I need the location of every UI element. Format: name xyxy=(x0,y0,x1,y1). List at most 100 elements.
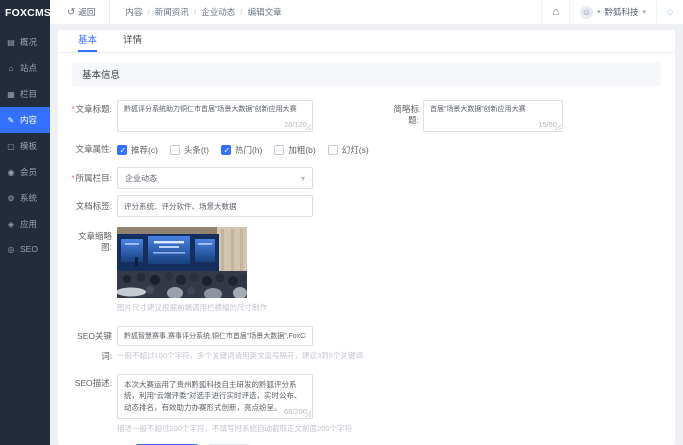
tab-basic[interactable]: 基本 xyxy=(78,32,97,52)
sidebar-item-label: 系统 xyxy=(20,192,37,204)
sidebar-item-apps[interactable]: ◈ 应用 xyxy=(0,211,50,237)
sidebar-item-seo[interactable]: ◎ SEO xyxy=(0,237,50,261)
sidebar-item-site[interactable]: ⌂ 站点 xyxy=(0,55,50,81)
category-label: *所属栏目: xyxy=(70,167,117,189)
account-group: ☺ ▾ 黔狐科技 ▾ xyxy=(569,0,656,24)
thumbnail-hint: 图片尺寸建议根据前端调用栏横幅的尺寸制作 xyxy=(117,302,267,313)
sidebar-item-label: 栏目 xyxy=(20,88,37,100)
seo-keywords-input[interactable] xyxy=(117,326,313,346)
site-icon: ⌂ xyxy=(6,64,16,73)
theme-circle-icon[interactable]: ◌ xyxy=(667,7,673,18)
back-button[interactable]: ↺ 返回 xyxy=(50,0,109,24)
sidebar: FOXCMS ▤ 概况 ⌂ 站点 ▦ 栏目 ✎ 内容 ▢ 模板 ◉ 会员 ⚙ 系… xyxy=(0,0,50,445)
sidebar-item-label: 概况 xyxy=(20,36,37,48)
gear-icon: ⚙ xyxy=(6,194,16,203)
category-select[interactable]: 企业动态 ▾ xyxy=(117,167,313,189)
checkbox-icon xyxy=(117,145,127,155)
checkbox-icon xyxy=(274,145,284,155)
tags-row: 文档标签: xyxy=(70,195,675,217)
sidebar-item-content[interactable]: ✎ 内容 xyxy=(0,107,50,133)
checkbox-icon xyxy=(221,145,231,155)
topbar: ↺ 返回 内容 / 新闻资讯 / 企业动态 / 编辑文章 ⌂ ☺ ▾ 黔狐科技 xyxy=(50,0,683,24)
short-title-group: 简略标题: 15/60 xyxy=(390,100,563,132)
seo-description-row: SEO描述: 68/200 描述一般不超过200个字符，不填写时系统自动截取正文… xyxy=(70,374,675,434)
editor-card: 基本 详情 基本信息 *文章标题: 26/120 简略标题: xyxy=(58,30,675,445)
sidebar-item-template[interactable]: ▢ 模板 xyxy=(0,133,50,159)
members-icon: ◉ xyxy=(6,168,16,177)
sidebar-item-system[interactable]: ⚙ 系统 xyxy=(0,185,50,211)
sidebar-item-label: SEO xyxy=(20,244,38,254)
basic-info-form: *文章标题: 26/120 简略标题: 15/60 xyxy=(58,86,675,445)
seo-keywords-label: SEO关键词: xyxy=(70,326,117,366)
seo-keywords-row: SEO关键词: 一般不超过100个字符，多个关键词请用英文逗号隔开，建议3到5个… xyxy=(70,326,675,366)
required-asterisk: * xyxy=(71,104,74,114)
breadcrumb-separator: / xyxy=(147,7,149,17)
topbar-right: ⌂ ☺ ▾ 黔狐科技 ▾ ◌ xyxy=(541,0,683,24)
columns-icon: ▦ xyxy=(6,90,16,99)
short-title-label: 简略标题: xyxy=(390,100,423,132)
dashboard-icon: ▤ xyxy=(6,38,16,47)
app-window: FOXCMS ▤ 概况 ⌂ 站点 ▦ 栏目 ✎ 内容 ▢ 模板 ◉ 会员 ⚙ 系… xyxy=(0,0,683,445)
checkbox-icon xyxy=(170,145,180,155)
sidebar-item-members[interactable]: ◉ 会员 xyxy=(0,159,50,185)
breadcrumb-item-news[interactable]: 新闻资讯 xyxy=(155,6,189,18)
tab-detail[interactable]: 详情 xyxy=(123,32,142,52)
article-title-box: 26/120 xyxy=(117,100,313,132)
home-icon[interactable]: ⌂ xyxy=(552,6,559,18)
title-row: *文章标题: 26/120 简略标题: 15/60 xyxy=(70,100,675,132)
attr-checkbox-slide[interactable]: 幻灯(s) xyxy=(328,144,369,156)
seo-description-label: SEO描述: xyxy=(70,374,117,389)
attributes-row: 文章属性: 推荐(c) 头条(t) xyxy=(70,143,675,156)
breadcrumb-item-enterprise-news[interactable]: 企业动态 xyxy=(201,6,235,18)
sidebar-item-overview[interactable]: ▤ 概况 xyxy=(0,29,50,55)
required-asterisk: * xyxy=(71,173,74,183)
attr-checkbox-bold[interactable]: 加粗(b) xyxy=(274,144,315,156)
template-icon: ▢ xyxy=(6,142,16,151)
checkbox-icon xyxy=(328,145,338,155)
sidebar-item-label: 应用 xyxy=(20,218,37,230)
sidebar-item-label: 模板 xyxy=(20,140,37,152)
status-group: ◌ xyxy=(656,0,683,24)
breadcrumb-item-content[interactable]: 内容 xyxy=(125,6,142,18)
user-avatar[interactable]: ☺ xyxy=(580,6,593,19)
sidebar-item-label: 会员 xyxy=(20,166,37,178)
char-counter: 15/60 xyxy=(536,120,557,129)
thumbnail-label: 文章缩略图: xyxy=(70,227,117,253)
seo-description-block: 68/200 描述一般不超过200个字符，不填写时系统自动截取正文前面200个字… xyxy=(117,374,352,434)
attributes-checkboxes: 推荐(c) 头条(t) 热门(h) xyxy=(117,144,369,156)
seo-keywords-hint: 一般不超过100个字符，多个关键词请用英文逗号隔开，建议3到5个关键词 xyxy=(117,350,363,361)
article-title-label: *文章标题: xyxy=(70,100,117,115)
short-title-box: 15/60 xyxy=(423,100,563,132)
attr-checkbox-hot[interactable]: 热门(h) xyxy=(221,144,262,156)
sidebar-item-label: 站点 xyxy=(20,62,37,74)
sidebar-item-label: 内容 xyxy=(20,114,37,126)
breadcrumb: 内容 / 新闻资讯 / 企业动态 / 编辑文章 xyxy=(109,0,281,24)
thumbnail-row: 文章缩略图: xyxy=(70,227,675,313)
content-icon: ✎ xyxy=(6,116,16,125)
back-label: 返回 xyxy=(78,6,95,18)
char-counter: 68/200 xyxy=(282,407,307,416)
undo-arrow-icon: ↺ xyxy=(67,7,75,18)
chevron-down-icon: ▾ xyxy=(301,174,305,183)
company-name[interactable]: 黔狐科技 xyxy=(605,6,639,18)
tags-input[interactable] xyxy=(117,195,313,217)
content-area: 基本 详情 基本信息 *文章标题: 26/120 简略标题: xyxy=(50,24,683,445)
sidebar-item-columns[interactable]: ▦ 栏目 xyxy=(0,81,50,107)
attributes-label: 文章属性: xyxy=(70,143,117,155)
tags-label: 文档标签: xyxy=(70,195,117,217)
seo-description-box: 68/200 xyxy=(117,374,313,419)
apps-icon: ◈ xyxy=(6,220,16,229)
chevron-down-icon: ▾ xyxy=(597,8,601,16)
attr-checkbox-recommend[interactable]: 推荐(c) xyxy=(117,144,158,156)
chevron-down-icon: ▾ xyxy=(643,8,647,16)
seo-keywords-block: 一般不超过100个字符，多个关键词请用英文逗号隔开，建议3到5个关键词 xyxy=(117,326,363,361)
char-counter: 26/120 xyxy=(282,120,307,129)
editor-tabs: 基本 详情 xyxy=(58,30,675,53)
seo-icon: ◎ xyxy=(6,245,16,254)
breadcrumb-separator: / xyxy=(240,7,242,17)
attr-checkbox-headline[interactable]: 头条(t) xyxy=(170,144,209,156)
section-title: 基本信息 xyxy=(72,62,661,86)
home-group: ⌂ xyxy=(541,0,569,24)
main-area: ↺ 返回 内容 / 新闻资讯 / 企业动态 / 编辑文章 ⌂ ☺ ▾ 黔狐科技 xyxy=(50,0,683,445)
thumbnail-image[interactable] xyxy=(117,227,247,298)
